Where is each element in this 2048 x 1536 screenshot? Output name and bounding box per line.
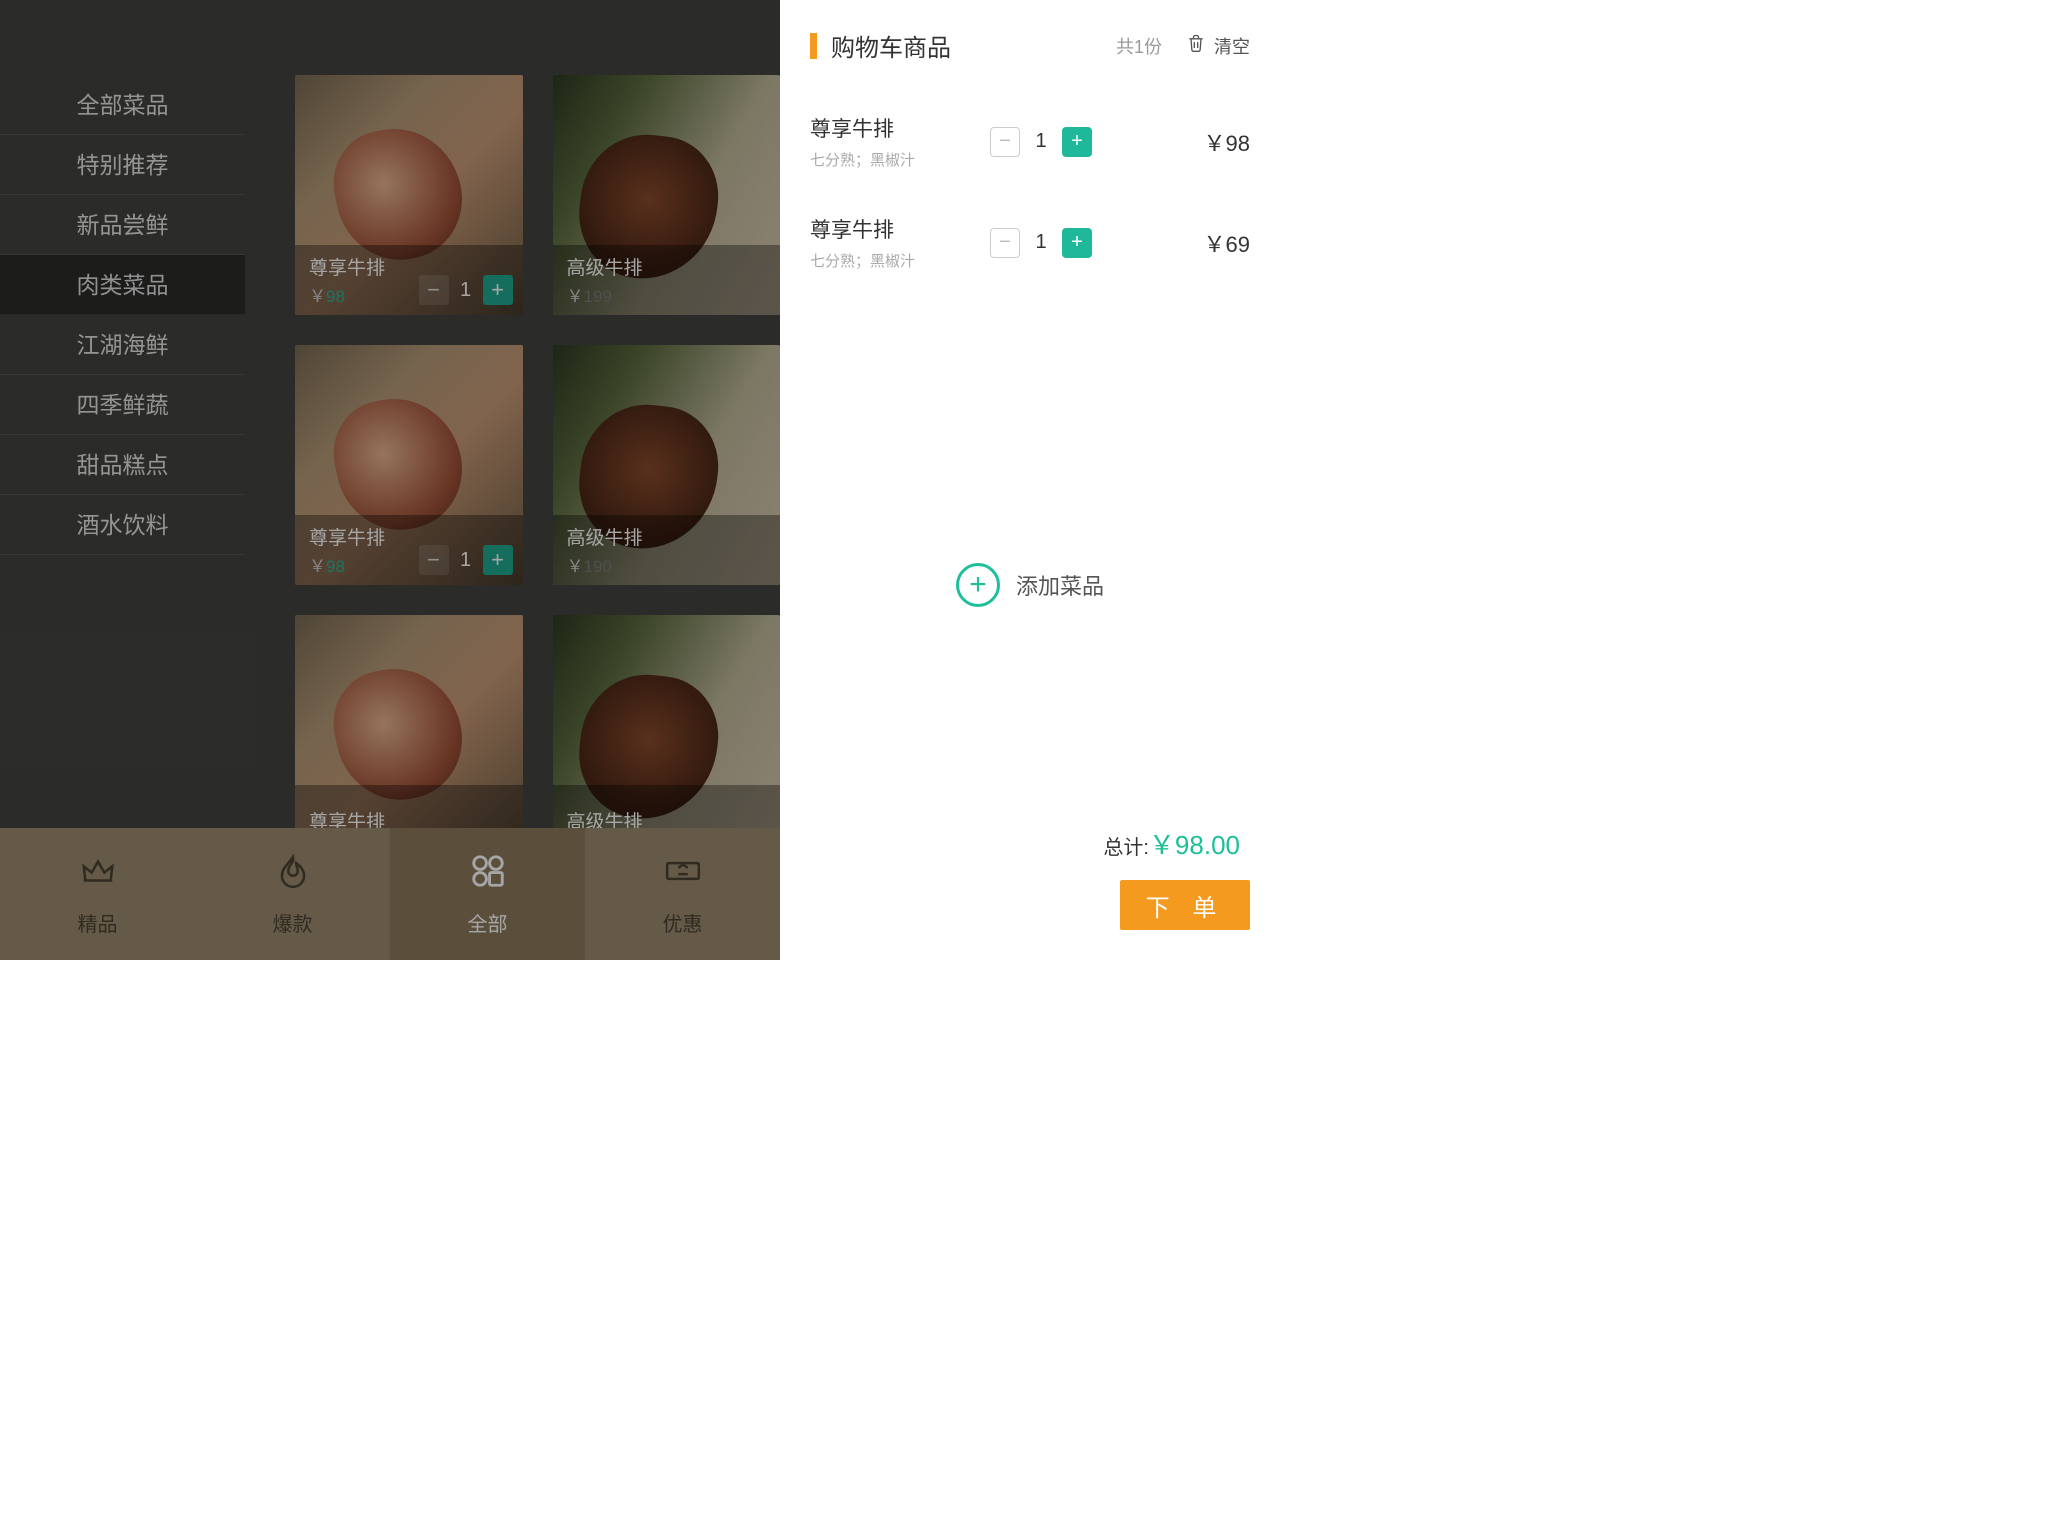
dish-minus-button[interactable]: − bbox=[419, 275, 449, 305]
sidebar-item-label: 江湖海鲜 bbox=[77, 332, 169, 358]
dish-card[interactable]: 尊享牛排 ￥98 − 1 + bbox=[295, 75, 523, 315]
dish-card[interactable]: 高级牛排 bbox=[553, 615, 781, 828]
trash-icon bbox=[1186, 32, 1206, 59]
cart-minus-button[interactable]: − bbox=[990, 228, 1020, 258]
dish-plus-button[interactable]: + bbox=[483, 545, 513, 575]
cart-panel: 购物车商品 共1份 清空 尊享牛排 七分熟；黑椒汁 − 1 + ￥98 bbox=[780, 0, 1280, 960]
sidebar-item-drinks[interactable]: 酒水饮料 bbox=[0, 495, 245, 555]
cart-qty: 1 bbox=[1034, 231, 1048, 254]
grid-icon bbox=[469, 852, 507, 896]
sidebar-item-meat[interactable]: 肉类菜品 bbox=[0, 255, 245, 315]
dish-price: ￥199 bbox=[567, 282, 767, 307]
dish-card[interactable]: 高级牛排 ￥190 bbox=[553, 345, 781, 585]
total-label: 总计: bbox=[1103, 837, 1149, 859]
ticket-icon bbox=[664, 852, 702, 896]
cart-plus-button[interactable]: + bbox=[1062, 127, 1092, 157]
menu-pane: 全部菜品 特别推荐 新品尝鲜 肉类菜品 江湖海鲜 四季鲜蔬 甜品糕点 酒水饮料 … bbox=[0, 0, 780, 960]
category-sidebar: 全部菜品 特别推荐 新品尝鲜 肉类菜品 江湖海鲜 四季鲜蔬 甜品糕点 酒水饮料 bbox=[0, 0, 245, 828]
accent-bar bbox=[810, 33, 817, 59]
dish-price: ￥190 bbox=[567, 552, 767, 577]
cart-footer: 总计:￥98.00 下 单 bbox=[780, 825, 1280, 960]
total-amount: ￥98.00 bbox=[1149, 830, 1240, 860]
clear-cart-button[interactable]: 清空 bbox=[1186, 32, 1250, 59]
sidebar-item-new[interactable]: 新品尝鲜 bbox=[0, 195, 245, 255]
sidebar-item-label: 新品尝鲜 bbox=[77, 212, 169, 238]
sidebar-item-all[interactable]: 全部菜品 bbox=[0, 75, 245, 135]
sidebar-item-label: 酒水饮料 bbox=[77, 512, 169, 538]
cart-header: 购物车商品 共1份 清空 bbox=[780, 0, 1280, 81]
add-dish-button[interactable]: + 添加菜品 bbox=[780, 563, 1280, 607]
add-dish-label: 添加菜品 bbox=[1016, 569, 1104, 601]
bottom-nav-label: 全部 bbox=[468, 908, 508, 937]
sidebar-item-label: 肉类菜品 bbox=[77, 272, 169, 298]
cart-title: 购物车商品 bbox=[831, 28, 951, 63]
cart-minus-button[interactable]: − bbox=[990, 127, 1020, 157]
place-order-button[interactable]: 下 单 bbox=[1120, 880, 1250, 930]
dish-plus-button[interactable]: + bbox=[483, 275, 513, 305]
dish-card[interactable]: 高级牛排 ￥199 bbox=[553, 75, 781, 315]
dish-card[interactable]: 尊享牛排 bbox=[295, 615, 523, 828]
cart-item-name: 尊享牛排 bbox=[810, 113, 990, 143]
cart-item-list: 尊享牛排 七分熟；黑椒汁 − 1 + ￥98 尊享牛排 七分熟；黑椒汁 − 1 bbox=[780, 81, 1280, 303]
dish-name: 高级牛排 bbox=[567, 523, 767, 550]
dish-grid[interactable]: 尊享牛排 ￥98 − 1 + 高级牛排 bbox=[245, 0, 780, 828]
bottom-nav-hot[interactable]: 爆款 bbox=[195, 828, 390, 960]
cart-total: 总计:￥98.00 bbox=[1103, 825, 1280, 862]
order-label: 下 单 bbox=[1146, 888, 1225, 923]
clear-label: 清空 bbox=[1214, 33, 1250, 59]
sidebar-item-featured[interactable]: 特别推荐 bbox=[0, 135, 245, 195]
cart-item-options: 七分熟；黑椒汁 bbox=[810, 250, 990, 271]
cart-plus-button[interactable]: + bbox=[1062, 228, 1092, 258]
bottom-nav-label: 优惠 bbox=[663, 908, 703, 937]
flame-icon bbox=[274, 852, 312, 896]
bottom-nav-all[interactable]: 全部 bbox=[390, 828, 585, 960]
crown-icon bbox=[79, 852, 117, 896]
sidebar-item-label: 特别推荐 bbox=[77, 152, 169, 178]
cart-item: 尊享牛排 七分熟；黑椒汁 − 1 + ￥69 bbox=[810, 192, 1250, 293]
sidebar-item-label: 全部菜品 bbox=[77, 92, 169, 118]
dish-minus-button[interactable]: − bbox=[419, 545, 449, 575]
dish-footer: 尊享牛排 ￥98 − 1 + bbox=[295, 245, 523, 315]
sidebar-item-label: 甜品糕点 bbox=[77, 452, 169, 478]
sidebar-item-dessert[interactable]: 甜品糕点 bbox=[0, 435, 245, 495]
dish-qty: 1 bbox=[459, 279, 473, 302]
bottom-nav-deals[interactable]: 优惠 bbox=[585, 828, 780, 960]
bottom-nav: 精品 爆款 全部 优惠 bbox=[0, 828, 780, 960]
cart-item-options: 七分熟；黑椒汁 bbox=[810, 149, 990, 170]
cart-item-price: ￥98 bbox=[1204, 126, 1250, 158]
cart-qty: 1 bbox=[1034, 130, 1048, 153]
dish-qty: 1 bbox=[459, 549, 473, 572]
cart-item: 尊享牛排 七分熟；黑椒汁 − 1 + ￥98 bbox=[810, 91, 1250, 192]
bottom-nav-premium[interactable]: 精品 bbox=[0, 828, 195, 960]
cart-count-label: 共1份 bbox=[1116, 33, 1162, 59]
plus-circle-icon: + bbox=[956, 563, 1000, 607]
dish-name: 尊享牛排 bbox=[309, 807, 509, 829]
sidebar-item-seafood[interactable]: 江湖海鲜 bbox=[0, 315, 245, 375]
bottom-nav-label: 精品 bbox=[78, 908, 118, 937]
cart-item-price: ￥69 bbox=[1204, 227, 1250, 259]
dish-card[interactable]: 尊享牛排 ￥98 − 1 + bbox=[295, 345, 523, 585]
cart-item-name: 尊享牛排 bbox=[810, 214, 990, 244]
dish-name: 高级牛排 bbox=[567, 253, 767, 280]
sidebar-item-label: 四季鲜蔬 bbox=[77, 392, 169, 418]
sidebar-item-veg[interactable]: 四季鲜蔬 bbox=[0, 375, 245, 435]
dish-name: 高级牛排 bbox=[567, 807, 767, 829]
bottom-nav-label: 爆款 bbox=[273, 908, 313, 937]
